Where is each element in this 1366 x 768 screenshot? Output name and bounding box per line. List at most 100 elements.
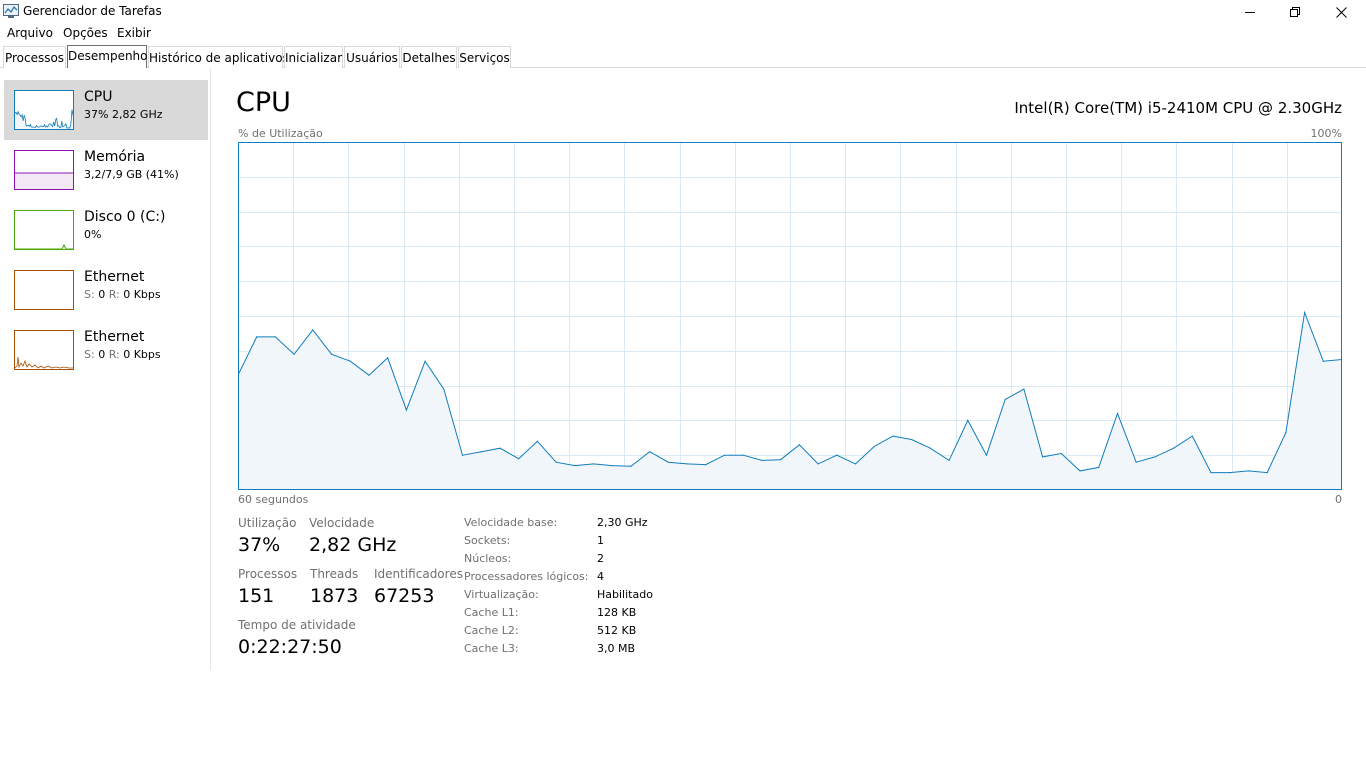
data-point <box>1210 472 1212 474</box>
processos-label: Processos <box>238 567 298 581</box>
spec-label: Cache L2: <box>464 624 519 637</box>
spec-label: Cache L3: <box>464 642 519 655</box>
data-point <box>798 444 800 446</box>
receive-label: R: <box>108 348 120 361</box>
data-point <box>1135 461 1137 463</box>
data-point <box>929 447 931 449</box>
sidebar-item-ethernet-1[interactable]: Ethernet S: 0 R: 0 Kbps <box>4 260 208 320</box>
data-point <box>1098 466 1100 468</box>
sidebar-item-disco[interactable]: Disco 0 (C:) 0% <box>4 200 208 260</box>
spec-value: 128 KB <box>597 606 637 619</box>
tab-servicos[interactable]: Serviços <box>458 46 511 68</box>
send-value: 0 <box>98 288 106 301</box>
data-point <box>1154 456 1156 458</box>
spec-value: 512 KB <box>597 624 637 637</box>
spec-value: 1 <box>597 534 604 547</box>
spec-label: Processadores lógicos: <box>464 570 589 583</box>
sidebar-item-subtitle: 0% <box>84 228 102 241</box>
data-point <box>424 360 426 362</box>
data-point <box>705 463 707 466</box>
menu-opcoes[interactable]: Opções <box>63 26 108 40</box>
cpu-model-name: Intel(R) Core(TM) i5-2410M CPU @ 2.30GHz <box>1014 99 1342 117</box>
sidebar-item-ethernet-2[interactable]: Ethernet S: 0 R: 0 Kbps <box>4 320 208 380</box>
spec-label: Virtualização: <box>464 588 539 601</box>
sidebar-item-title: Memória <box>84 149 146 165</box>
restore-button[interactable] <box>1272 0 1318 24</box>
spec-label: Velocidade base: <box>464 516 558 529</box>
data-point <box>387 357 389 359</box>
memory-thumbnail <box>14 150 74 190</box>
sidebar-item-memoria[interactable]: Memória 3,2/7,9 GB (41%) <box>4 140 208 200</box>
menu-bar: Arquivo Opções Exibir <box>0 24 1366 42</box>
close-button[interactable] <box>1318 0 1364 24</box>
tab-usuarios[interactable]: Usuários <box>344 46 400 68</box>
data-point <box>1042 456 1044 458</box>
data-point <box>518 458 520 460</box>
spec-value: 2,30 GHz <box>597 516 648 529</box>
spec-label: Cache L1: <box>464 606 519 619</box>
sidebar-item-subtitle: 37% 2,82 GHz <box>84 108 163 121</box>
tab-processos[interactable]: Processos <box>3 46 66 68</box>
data-point <box>1172 447 1175 449</box>
sidebar-item-title: Disco 0 (C:) <box>84 209 166 225</box>
data-point <box>630 465 632 467</box>
data-point <box>592 463 595 465</box>
task-manager-icon <box>3 4 19 18</box>
tab-strip: Processos Desempenho Histórico de aplica… <box>0 45 1366 68</box>
tab-historico[interactable]: Histórico de aplicativos <box>148 46 289 68</box>
data-point <box>1023 388 1025 390</box>
data-point <box>555 461 557 463</box>
data-point <box>667 461 669 463</box>
graph-xlabel-left: 60 segundos <box>238 493 309 506</box>
minimize-button[interactable] <box>1227 0 1273 24</box>
data-point <box>1229 472 1231 474</box>
graph-ylabel: % de Utilização <box>238 127 323 140</box>
data-point <box>1004 398 1006 401</box>
data-point <box>1247 470 1250 472</box>
identificadores-value: 67253 <box>374 585 435 607</box>
processos-value: 151 <box>238 585 275 607</box>
sidebar-item-cpu[interactable]: CPU 37% 2,82 GHz <box>4 80 208 140</box>
spec-value: 4 <box>597 570 604 583</box>
data-point <box>985 454 988 456</box>
data-point <box>780 459 782 461</box>
data-point <box>686 463 688 465</box>
data-point <box>948 459 950 462</box>
disk-thumbnail <box>14 210 74 250</box>
data-point <box>1060 452 1062 455</box>
graph-ymax-label: 100% <box>1310 127 1342 140</box>
tab-detalhes[interactable]: Detalhes <box>401 46 457 68</box>
data-point <box>1303 311 1306 314</box>
spec-value: 2 <box>597 552 604 565</box>
threads-value: 1873 <box>310 585 359 607</box>
data-point <box>817 463 819 465</box>
data-point <box>892 435 894 437</box>
data-point <box>649 451 651 453</box>
tab-desempenho[interactable]: Desempenho <box>67 45 148 68</box>
receive-value: 0 Kbps <box>123 348 161 361</box>
send-label: S: <box>84 288 95 301</box>
threads-label: Threads <box>310 567 359 581</box>
data-point <box>1322 360 1324 362</box>
spec-value: Habilitado <box>597 588 653 601</box>
graph-xlabel-right: 0 <box>1335 493 1342 506</box>
data-point <box>256 336 258 338</box>
data-point <box>293 353 295 355</box>
close-icon <box>1335 6 1347 18</box>
data-point <box>574 465 576 467</box>
window-title: Gerenciador de Tarefas <box>23 4 162 18</box>
data-point <box>536 440 538 442</box>
menu-exibir[interactable]: Exibir <box>117 26 151 40</box>
ethernet-thumbnail <box>14 270 74 310</box>
data-point <box>873 445 875 448</box>
tab-inicializar[interactable]: Inicializar <box>284 46 343 68</box>
receive-value: 0 Kbps <box>123 288 161 301</box>
utilizacao-value: 37% <box>238 534 281 556</box>
cpu-thumbnail <box>14 90 74 130</box>
sidebar: CPU 37% 2,82 GHz Memória 3,2/7,9 GB (41%… <box>0 68 211 670</box>
data-point <box>1285 431 1287 434</box>
data-point <box>1266 472 1268 474</box>
data-point <box>611 465 613 467</box>
tempo-atividade-value: 0:22:27:50 <box>238 636 342 658</box>
menu-arquivo[interactable]: Arquivo <box>7 26 53 40</box>
